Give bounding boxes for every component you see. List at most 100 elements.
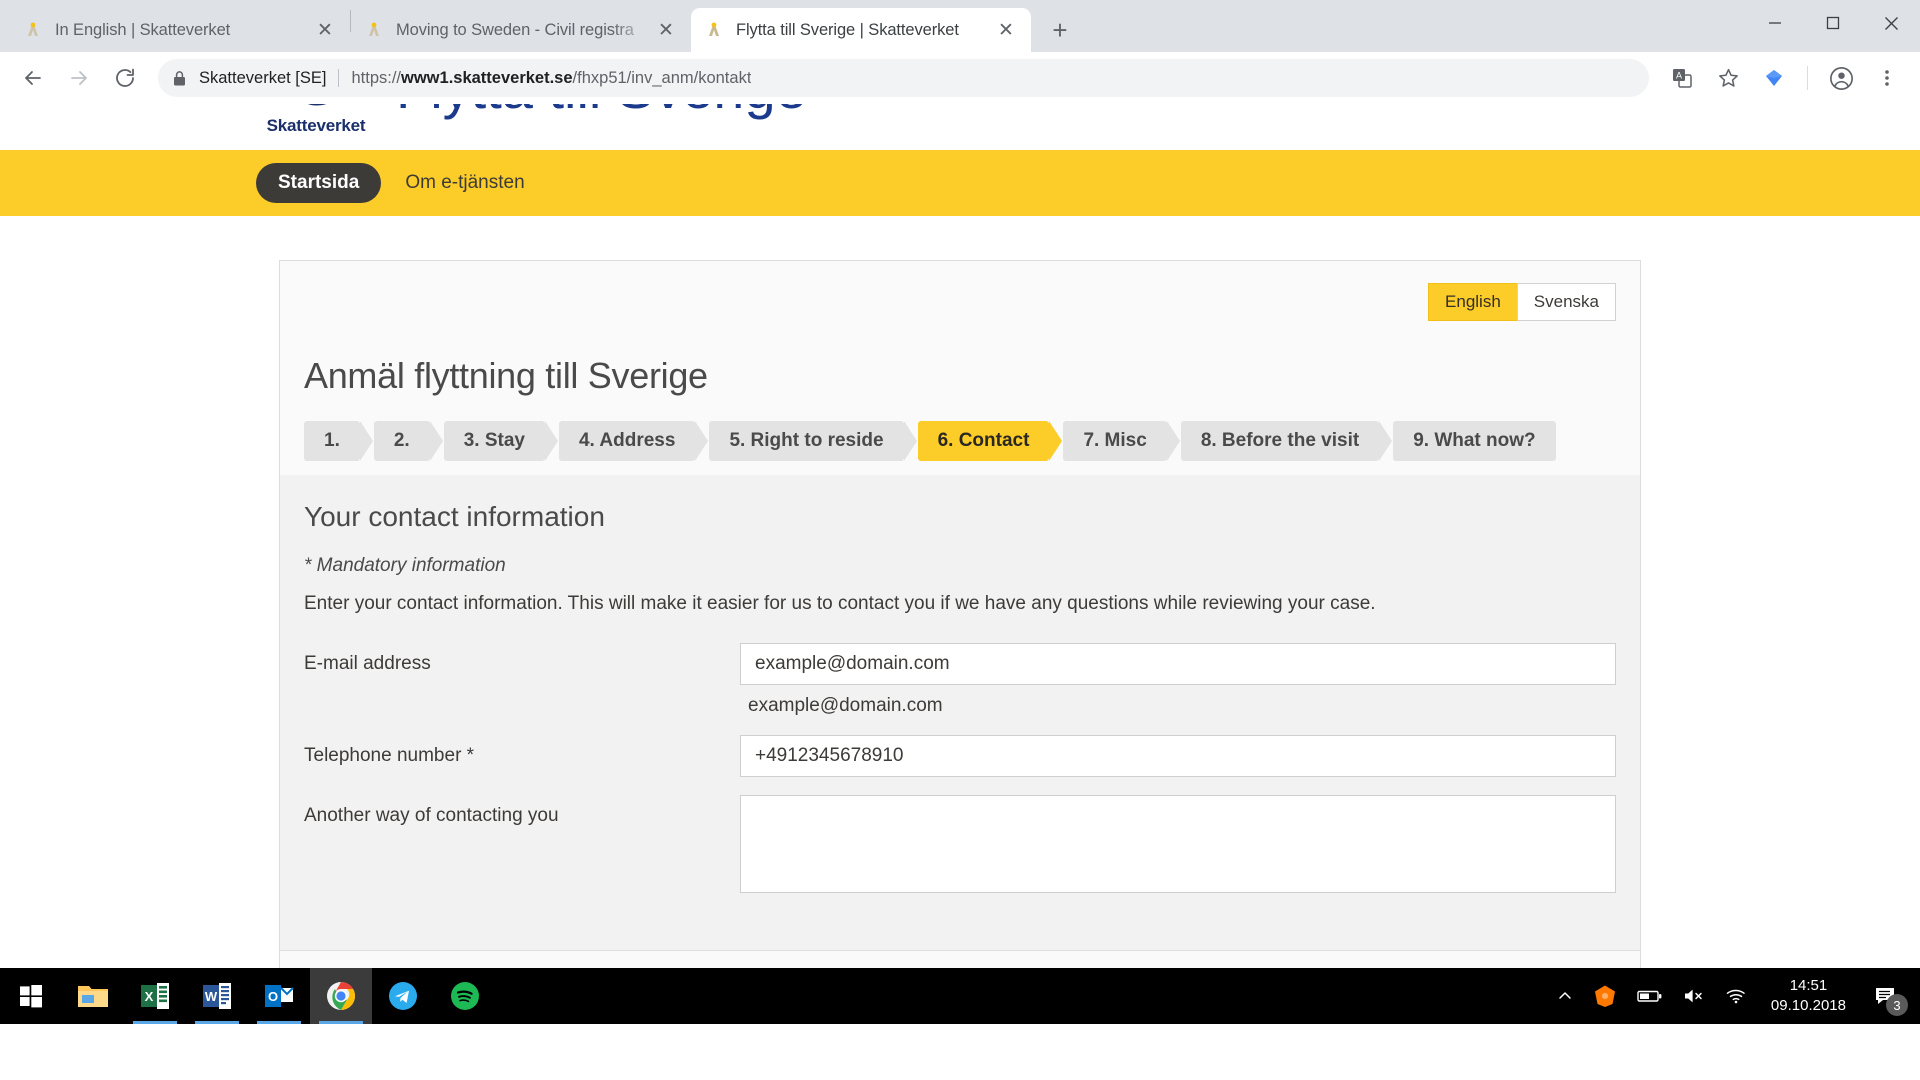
lock-icon xyxy=(172,70,187,87)
omnibox-divider xyxy=(338,69,340,87)
windows-taskbar: X W O 14:51 09.10.2018 3 xyxy=(0,968,1920,1024)
forward-arrow-icon[interactable] xyxy=(58,57,100,99)
site-navigation: Startsida Om e-tjänsten xyxy=(0,150,1920,216)
svg-text:O: O xyxy=(268,989,278,1004)
close-icon[interactable]: ✕ xyxy=(653,17,679,43)
skatteverket-favicon xyxy=(22,19,44,41)
telephone-field[interactable] xyxy=(740,735,1616,777)
browser-window: In English | Skatteverket ✕ Moving to Sw… xyxy=(0,0,1920,1024)
system-tray: 14:51 09.10.2018 3 xyxy=(1547,968,1920,1024)
address-bar[interactable]: Skatteverket [SE] https://www1.skattever… xyxy=(158,59,1649,97)
minimize-button[interactable] xyxy=(1746,0,1804,46)
app-running-indicator xyxy=(319,1021,363,1024)
logo-mark: S xyxy=(256,104,376,114)
language-english-button[interactable]: English xyxy=(1428,283,1517,321)
section-heading: Your contact information xyxy=(304,501,605,532)
close-icon[interactable]: ✕ xyxy=(312,17,338,43)
tab-title: Flytta till Sverige | Skatteverket xyxy=(736,20,959,39)
telegram-icon[interactable] xyxy=(372,968,434,1024)
tab-strip: In English | Skatteverket ✕ Moving to Sw… xyxy=(0,0,1920,52)
app-running-indicator xyxy=(195,1021,239,1024)
toolbar-divider xyxy=(1807,66,1808,90)
field-row-telephone: Telephone number * xyxy=(304,735,1616,777)
tab-title: In English | Skatteverket xyxy=(55,20,231,39)
svg-text:X: X xyxy=(145,989,154,1004)
action-center-icon[interactable]: 3 xyxy=(1860,968,1912,1024)
skatteverket-logo[interactable]: S Skatteverket xyxy=(256,104,376,136)
telephone-label: Telephone number * xyxy=(304,745,475,766)
outlook-icon[interactable]: O xyxy=(248,968,310,1024)
profile-avatar-icon[interactable] xyxy=(1820,57,1862,99)
volume-muted-icon[interactable] xyxy=(1673,968,1715,1024)
spotify-icon[interactable] xyxy=(434,968,496,1024)
form-card: English Svenska Anmäl flyttning till Sve… xyxy=(279,260,1641,1024)
logo-wordmark: Skatteverket xyxy=(266,116,366,135)
page-body: English Svenska Anmäl flyttning till Sve… xyxy=(0,216,1920,1024)
taskbar-apps: X W O xyxy=(62,968,496,1024)
svg-text:A: A xyxy=(1676,71,1682,81)
step-1[interactable]: 1. xyxy=(304,421,373,461)
translate-icon[interactable]: A xyxy=(1661,57,1703,99)
browser-tab-1[interactable]: In English | Skatteverket ✕ xyxy=(10,8,350,52)
language-svenska-button[interactable]: Svenska xyxy=(1516,283,1616,321)
taskbar-clock[interactable]: 14:51 09.10.2018 xyxy=(1757,968,1860,1024)
clock-date: 09.10.2018 xyxy=(1770,997,1846,1014)
step-6-contact[interactable]: 6. Contact xyxy=(917,421,1063,461)
chrome-icon[interactable] xyxy=(310,968,372,1024)
step-8-before-the-visit[interactable]: 8. Before the visit xyxy=(1180,421,1393,461)
another-way-label: Another way of contacting you xyxy=(304,805,559,826)
close-icon[interactable]: ✕ xyxy=(993,17,1019,43)
app-running-indicator xyxy=(257,1021,301,1024)
step-9-what-now[interactable]: 9. What now? xyxy=(1393,421,1556,461)
windows-start-icon[interactable] xyxy=(0,968,62,1024)
skatteverket-favicon xyxy=(363,19,385,41)
site-banner-title: Flytta till Sverige xyxy=(396,104,807,121)
svg-text:W: W xyxy=(205,989,218,1004)
page-viewport: S Skatteverket Flytta till Sverige Start… xyxy=(0,104,1920,1024)
browser-tab-2[interactable]: Moving to Sweden - Civil registra ✕ xyxy=(351,8,691,52)
word-icon[interactable]: W xyxy=(186,968,248,1024)
form-intro-text: Enter your contact information. This wil… xyxy=(304,593,1376,614)
app-running-indicator xyxy=(133,1021,177,1024)
close-window-button[interactable] xyxy=(1862,0,1920,46)
browser-toolbar: Skatteverket [SE] https://www1.skattever… xyxy=(0,52,1920,104)
tab-title: Moving to Sweden - Civil registra xyxy=(396,20,634,39)
step-4-address[interactable]: 4. Address xyxy=(558,421,709,461)
clock-time: 14:51 xyxy=(1789,976,1828,994)
file-explorer-icon[interactable] xyxy=(62,968,124,1024)
email-field[interactable] xyxy=(740,643,1616,685)
language-switcher: English Svenska xyxy=(280,261,1640,321)
form-content: Your contact information * Mandatory inf… xyxy=(280,475,1640,951)
another-way-textarea[interactable] xyxy=(740,795,1616,893)
nav-item-startsida[interactable]: Startsida xyxy=(256,163,382,203)
step-5-right-to-reside[interactable]: 5. Right to reside xyxy=(709,421,917,461)
skatteverket-favicon xyxy=(703,19,725,41)
chrome-menu-icon[interactable] xyxy=(1866,57,1908,99)
nav-item-om-e-tjansten[interactable]: Om e-tjänsten xyxy=(391,163,538,203)
url-text: https://www1.skatteverket.se/fhxp51/inv_… xyxy=(351,68,752,87)
mandatory-note: * Mandatory information xyxy=(304,555,506,576)
battery-icon[interactable] xyxy=(1627,968,1673,1024)
new-tab-button[interactable]: + xyxy=(1043,13,1077,47)
step-3-stay[interactable]: 3. Stay xyxy=(443,421,559,461)
reload-icon[interactable] xyxy=(104,57,146,99)
field-row-another-way: Another way of contacting you xyxy=(304,795,1616,898)
browser-tab-3[interactable]: Flytta till Sverige | Skatteverket ✕ xyxy=(691,8,1031,52)
step-progress-nav: 1. 2. 3. Stay 4. Address 5. Right to res… xyxy=(280,397,1640,461)
site-header: S Skatteverket Flytta till Sverige xyxy=(0,104,1920,150)
excel-icon[interactable]: X xyxy=(124,968,186,1024)
extension-icon[interactable] xyxy=(1753,57,1795,99)
email-label: E-mail address xyxy=(304,653,431,674)
maximize-button[interactable] xyxy=(1804,0,1862,46)
bookmark-star-icon[interactable] xyxy=(1707,57,1749,99)
avast-icon[interactable] xyxy=(1583,968,1627,1024)
window-controls xyxy=(1746,0,1920,52)
chevron-up-icon[interactable] xyxy=(1547,968,1583,1024)
page-title: Anmäl flyttning till Sverige xyxy=(304,355,708,396)
wifi-icon[interactable] xyxy=(1715,968,1757,1024)
email-hint: example@domain.com xyxy=(748,695,943,716)
back-arrow-icon[interactable] xyxy=(12,57,54,99)
notification-count-badge: 3 xyxy=(1886,994,1908,1016)
step-7-misc[interactable]: 7. Misc xyxy=(1063,421,1181,461)
step-2[interactable]: 2. xyxy=(373,421,443,461)
